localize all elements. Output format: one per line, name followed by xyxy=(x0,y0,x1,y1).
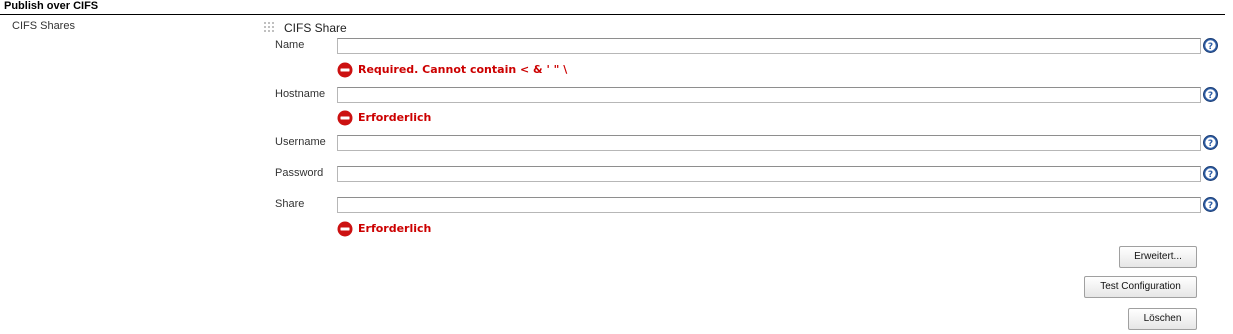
svg-text:?: ? xyxy=(1208,91,1213,101)
error-icon xyxy=(337,110,353,126)
svg-text:?: ? xyxy=(1208,42,1213,52)
password-input[interactable] xyxy=(337,166,1201,182)
advanced-button[interactable]: Erweitert... xyxy=(1119,246,1197,268)
test-configuration-button[interactable]: Test Configuration xyxy=(1084,276,1197,298)
group-label-cifs-shares: CIFS Shares xyxy=(12,20,75,32)
section-header: Publish over CIFS xyxy=(0,0,1225,15)
share-title: CIFS Share xyxy=(284,21,347,35)
hostname-error-text: Erforderlich xyxy=(358,111,432,124)
help-icon[interactable]: ? xyxy=(1203,87,1218,102)
name-label: Name xyxy=(275,39,305,51)
password-label: Password xyxy=(275,167,324,179)
svg-text:?: ? xyxy=(1208,139,1213,149)
svg-text:?: ? xyxy=(1208,170,1213,180)
help-icon[interactable]: ? xyxy=(1203,135,1218,150)
section-title: Publish over CIFS xyxy=(4,0,99,12)
svg-text:?: ? xyxy=(1208,201,1213,211)
hostname-label: Hostname xyxy=(275,88,326,100)
error-icon xyxy=(337,62,353,78)
page: Publish over CIFS CIFS Shares CIFS Share… xyxy=(0,0,1233,334)
name-error-text: Required. Cannot contain < & ' " \ xyxy=(358,63,568,76)
username-input[interactable] xyxy=(337,135,1201,151)
help-icon[interactable]: ? xyxy=(1203,38,1218,53)
hostname-input[interactable] xyxy=(337,87,1201,103)
help-icon[interactable]: ? xyxy=(1203,197,1218,212)
help-icon[interactable]: ? xyxy=(1203,166,1218,181)
share-label: Share xyxy=(275,198,305,210)
share-input[interactable] xyxy=(337,197,1201,213)
error-icon xyxy=(337,221,353,237)
share-error-text: Erforderlich xyxy=(358,222,432,235)
name-input[interactable] xyxy=(337,38,1201,54)
drag-handle-icon[interactable] xyxy=(264,22,276,34)
delete-button[interactable]: Löschen xyxy=(1128,308,1197,330)
username-label: Username xyxy=(275,136,326,148)
